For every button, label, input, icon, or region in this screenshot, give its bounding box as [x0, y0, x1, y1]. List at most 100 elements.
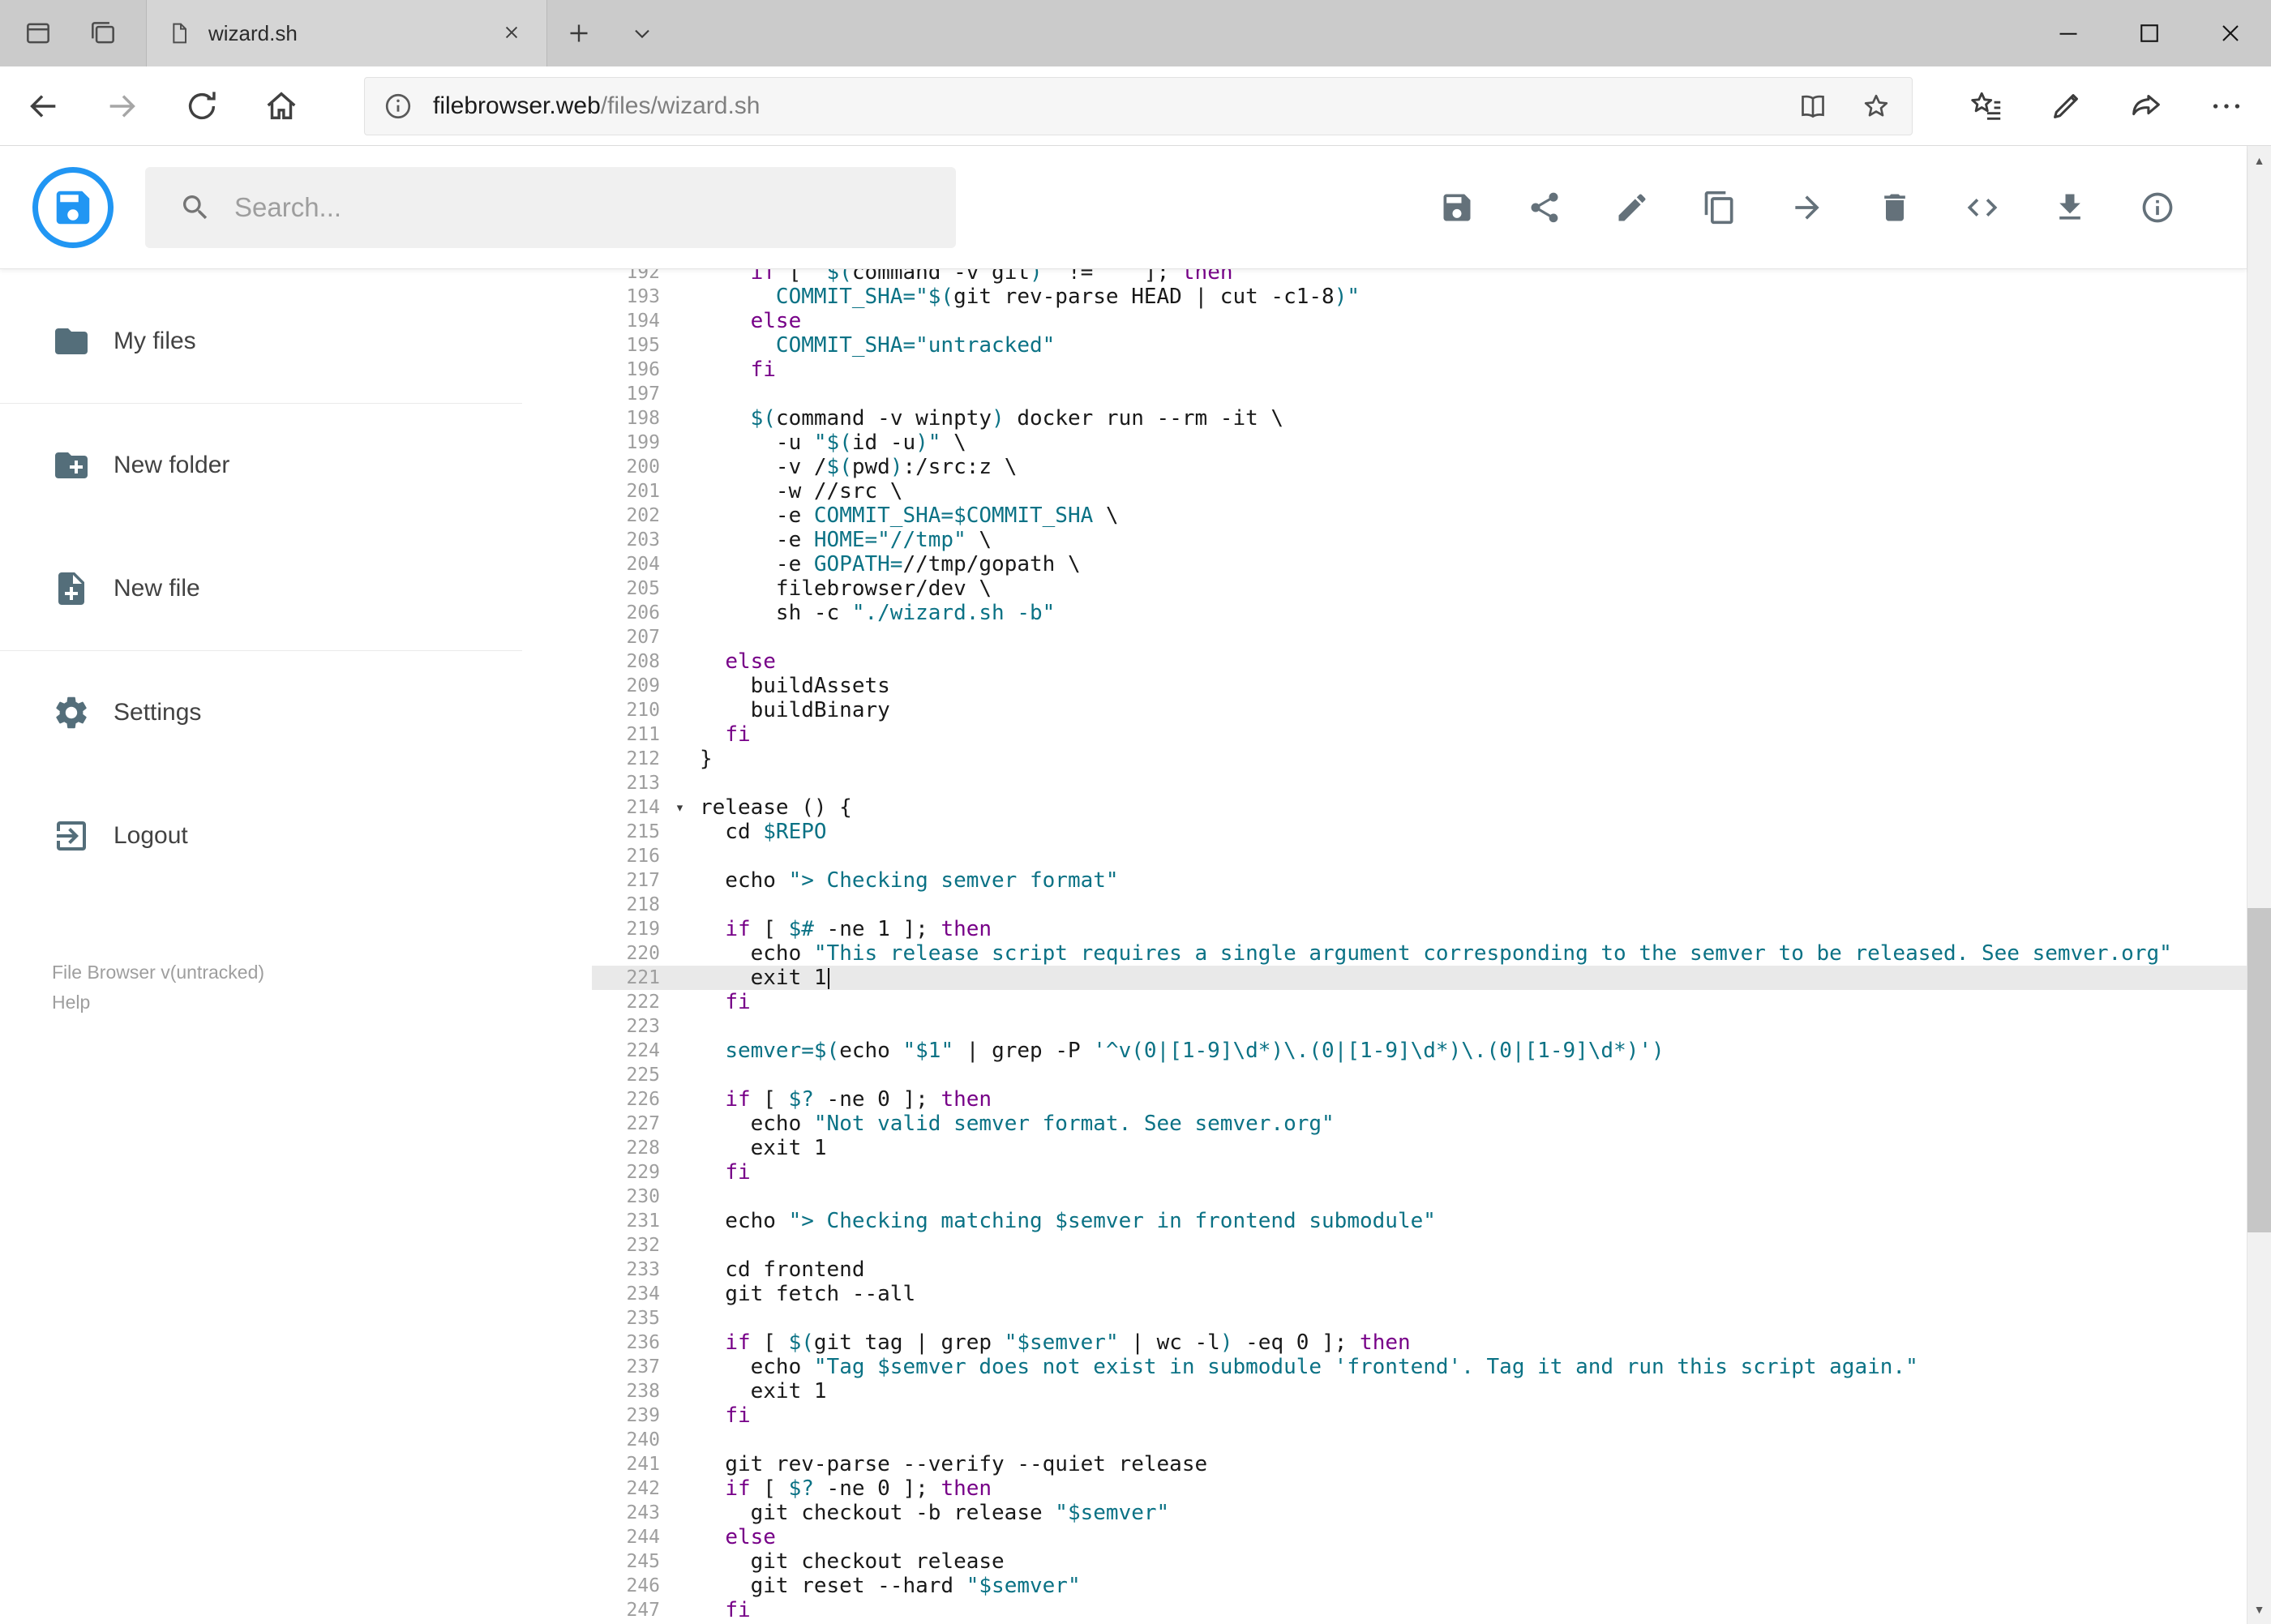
- download-button[interactable]: [2052, 190, 2088, 225]
- code-line-210[interactable]: 210 buildBinary: [592, 698, 2247, 722]
- code-line-195[interactable]: 195 COMMIT_SHA="untracked": [592, 333, 2247, 358]
- line-number[interactable]: 212: [592, 747, 660, 771]
- code-line-233[interactable]: 233 cd frontend: [592, 1258, 2247, 1282]
- code-line-226[interactable]: 226 if [ $? -ne 0 ]; then: [592, 1087, 2247, 1112]
- line-number[interactable]: 247: [592, 1598, 660, 1622]
- code-line-198[interactable]: 198 $(command -v winpty) docker run --rm…: [592, 406, 2247, 431]
- code-line-218[interactable]: 218: [592, 893, 2247, 917]
- line-number[interactable]: 240: [592, 1428, 660, 1452]
- line-number[interactable]: 201: [592, 479, 660, 503]
- line-number[interactable]: 246: [592, 1574, 660, 1598]
- code-line-192[interactable]: 192 if [ "$(command -v git)" != "" ]; th…: [592, 269, 2247, 285]
- line-number[interactable]: 211: [592, 722, 660, 747]
- code-line-247[interactable]: 247 fi: [592, 1598, 2247, 1622]
- code-line-239[interactable]: 239 fi: [592, 1403, 2247, 1428]
- line-number[interactable]: 227: [592, 1112, 660, 1136]
- line-number[interactable]: 219: [592, 917, 660, 941]
- line-number[interactable]: 241: [592, 1452, 660, 1476]
- line-number[interactable]: 205: [592, 576, 660, 601]
- save-button[interactable]: [1439, 190, 1475, 225]
- line-number[interactable]: 193: [592, 285, 660, 309]
- hub-favorites-button[interactable]: [1945, 66, 2025, 146]
- code-line-232[interactable]: 232: [592, 1233, 2247, 1258]
- delete-button[interactable]: [1877, 190, 1913, 225]
- code-line-222[interactable]: 222 fi: [592, 990, 2247, 1014]
- code-button[interactable]: [1965, 190, 2000, 225]
- code-line-209[interactable]: 209 buildAssets: [592, 674, 2247, 698]
- code-line-207[interactable]: 207: [592, 625, 2247, 649]
- code-line-196[interactable]: 196 fi: [592, 358, 2247, 382]
- code-line-228[interactable]: 228 exit 1: [592, 1136, 2247, 1160]
- scrollbar-thumb[interactable]: [2247, 908, 2271, 1232]
- address-bar[interactable]: filebrowser.web/files/wizard.sh: [364, 76, 1913, 135]
- line-number[interactable]: 195: [592, 333, 660, 358]
- line-number[interactable]: 233: [592, 1258, 660, 1282]
- code-line-227[interactable]: 227 echo "Not valid semver format. See s…: [592, 1112, 2247, 1136]
- code-line-214[interactable]: 214 ▾ release () {: [592, 795, 2247, 820]
- code-line-221[interactable]: 221 exit 1: [592, 966, 2247, 990]
- tab-preview-button[interactable]: [20, 15, 56, 51]
- code-line-213[interactable]: 213: [592, 771, 2247, 795]
- code-line-243[interactable]: 243 git checkout -b release "$semver": [592, 1501, 2247, 1525]
- edit-button[interactable]: [1614, 190, 1650, 225]
- line-number[interactable]: 200: [592, 455, 660, 479]
- line-number[interactable]: 199: [592, 431, 660, 455]
- code-line-237[interactable]: 237 echo "Tag $semver does not exist in …: [592, 1355, 2247, 1379]
- code-line-200[interactable]: 200 -v /$(pwd):/src:z \: [592, 455, 2247, 479]
- sidebar-item-new-file[interactable]: New file: [0, 548, 535, 629]
- code-editor[interactable]: 192 if [ "$(command -v git)" != "" ]; th…: [592, 269, 2247, 1624]
- line-number[interactable]: 202: [592, 503, 660, 528]
- scroll-up-arrow-icon[interactable]: ▲: [2247, 146, 2271, 175]
- line-number[interactable]: 223: [592, 1014, 660, 1039]
- line-number[interactable]: 225: [592, 1063, 660, 1087]
- tab-close-button[interactable]: [496, 18, 527, 49]
- code-line-203[interactable]: 203 -e HOME="//tmp" \: [592, 528, 2247, 552]
- fold-marker-icon[interactable]: ▾: [675, 799, 684, 816]
- line-number[interactable]: 209: [592, 674, 660, 698]
- code-line-201[interactable]: 201 -w //src \: [592, 479, 2247, 503]
- close-window-button[interactable]: [2190, 0, 2271, 66]
- line-number[interactable]: 245: [592, 1549, 660, 1574]
- line-number[interactable]: 236: [592, 1330, 660, 1355]
- refresh-button[interactable]: [162, 66, 242, 146]
- line-number[interactable]: 194: [592, 309, 660, 333]
- share-button[interactable]: [1527, 190, 1562, 225]
- code-line-204[interactable]: 204 -e GOPATH=//tmp/gopath \: [592, 552, 2247, 576]
- line-number[interactable]: 215: [592, 820, 660, 844]
- code-line-220[interactable]: 220 echo "This release script requires a…: [592, 941, 2247, 966]
- line-number[interactable]: 206: [592, 601, 660, 625]
- code-line-225[interactable]: 225: [592, 1063, 2247, 1087]
- code-line-197[interactable]: 197: [592, 382, 2247, 406]
- line-number[interactable]: 214: [592, 795, 660, 820]
- line-number[interactable]: 204: [592, 552, 660, 576]
- more-options-button[interactable]: [2186, 66, 2266, 146]
- code-line-236[interactable]: 236 if [ $(git tag | grep "$semver" | wc…: [592, 1330, 2247, 1355]
- code-line-199[interactable]: 199 -u "$(id -u)" \: [592, 431, 2247, 455]
- code-line-230[interactable]: 230: [592, 1185, 2247, 1209]
- sidebar-item-logout[interactable]: Logout: [0, 795, 535, 876]
- line-number[interactable]: 197: [592, 382, 660, 406]
- tab-list-button[interactable]: [611, 0, 674, 66]
- line-number[interactable]: 213: [592, 771, 660, 795]
- line-number[interactable]: 238: [592, 1379, 660, 1403]
- line-number[interactable]: 242: [592, 1476, 660, 1501]
- search-box[interactable]: [145, 166, 956, 248]
- search-input[interactable]: [234, 191, 895, 223]
- code-line-193[interactable]: 193 COMMIT_SHA="$(git rev-parse HEAD | c…: [592, 285, 2247, 309]
- line-number[interactable]: 244: [592, 1525, 660, 1549]
- code-line-208[interactable]: 208 else: [592, 649, 2247, 674]
- line-number[interactable]: 232: [592, 1233, 660, 1258]
- line-number[interactable]: 196: [592, 358, 660, 382]
- sidebar-item-settings[interactable]: Settings: [0, 672, 535, 753]
- reading-view-button[interactable]: [1795, 88, 1831, 124]
- line-number[interactable]: 224: [592, 1039, 660, 1063]
- line-number[interactable]: 226: [592, 1087, 660, 1112]
- code-line-238[interactable]: 238 exit 1: [592, 1379, 2247, 1403]
- line-number[interactable]: 221: [592, 966, 660, 990]
- line-number[interactable]: 230: [592, 1185, 660, 1209]
- code-line-246[interactable]: 246 git reset --hard "$semver": [592, 1574, 2247, 1598]
- line-number[interactable]: 231: [592, 1209, 660, 1233]
- line-number[interactable]: 228: [592, 1136, 660, 1160]
- copy-button[interactable]: [1702, 190, 1738, 225]
- code-line-240[interactable]: 240: [592, 1428, 2247, 1452]
